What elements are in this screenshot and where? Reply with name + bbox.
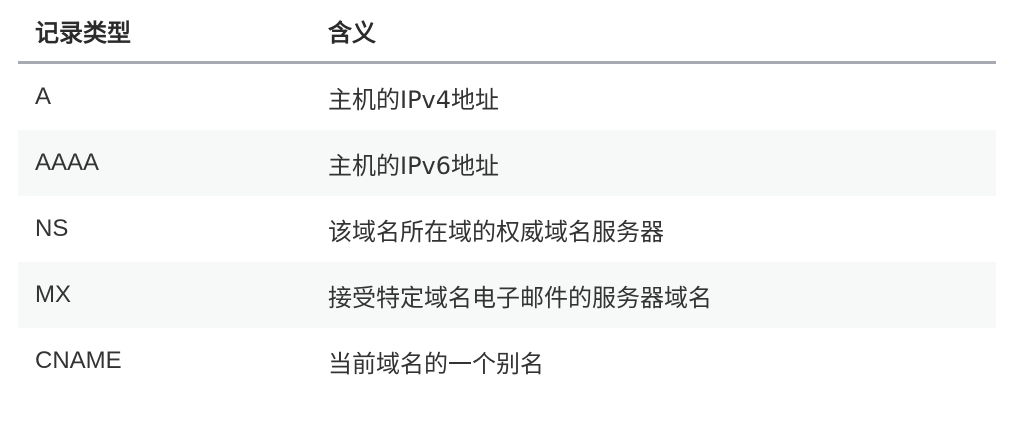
record-type-cell: NS [35,215,69,242]
record-type-cell: CNAME [35,347,122,374]
record-type-cell: A [35,83,52,110]
meaning-cell: 当前域名的一个别名 [328,349,544,378]
table-row: NS 该域名所在域的权威域名服务器 [18,196,996,262]
record-type-cell: AAAA [35,149,100,176]
dns-record-table: 记录类型 含义 A 主机的IPv4地址 AAAA 主机的IPv6地址 NS 该域… [18,0,996,394]
table-row: A 主机的IPv4地址 [18,64,996,130]
table-row: CNAME 当前域名的一个别名 [18,328,996,394]
meaning-cell: 主机的IPv6地址 [328,151,500,180]
table-row: MX 接受特定域名电子邮件的服务器域名 [18,262,996,328]
header-meaning: 含义 [328,19,376,47]
table-header-row: 记录类型 含义 [18,0,996,64]
table-row: AAAA 主机的IPv6地址 [18,130,996,196]
record-type-cell: MX [35,281,71,308]
meaning-cell: 接受特定域名电子邮件的服务器域名 [328,283,712,312]
meaning-cell: 主机的IPv4地址 [328,85,500,114]
meaning-cell: 该域名所在域的权威域名服务器 [328,217,664,246]
header-record-type: 记录类型 [35,19,131,47]
